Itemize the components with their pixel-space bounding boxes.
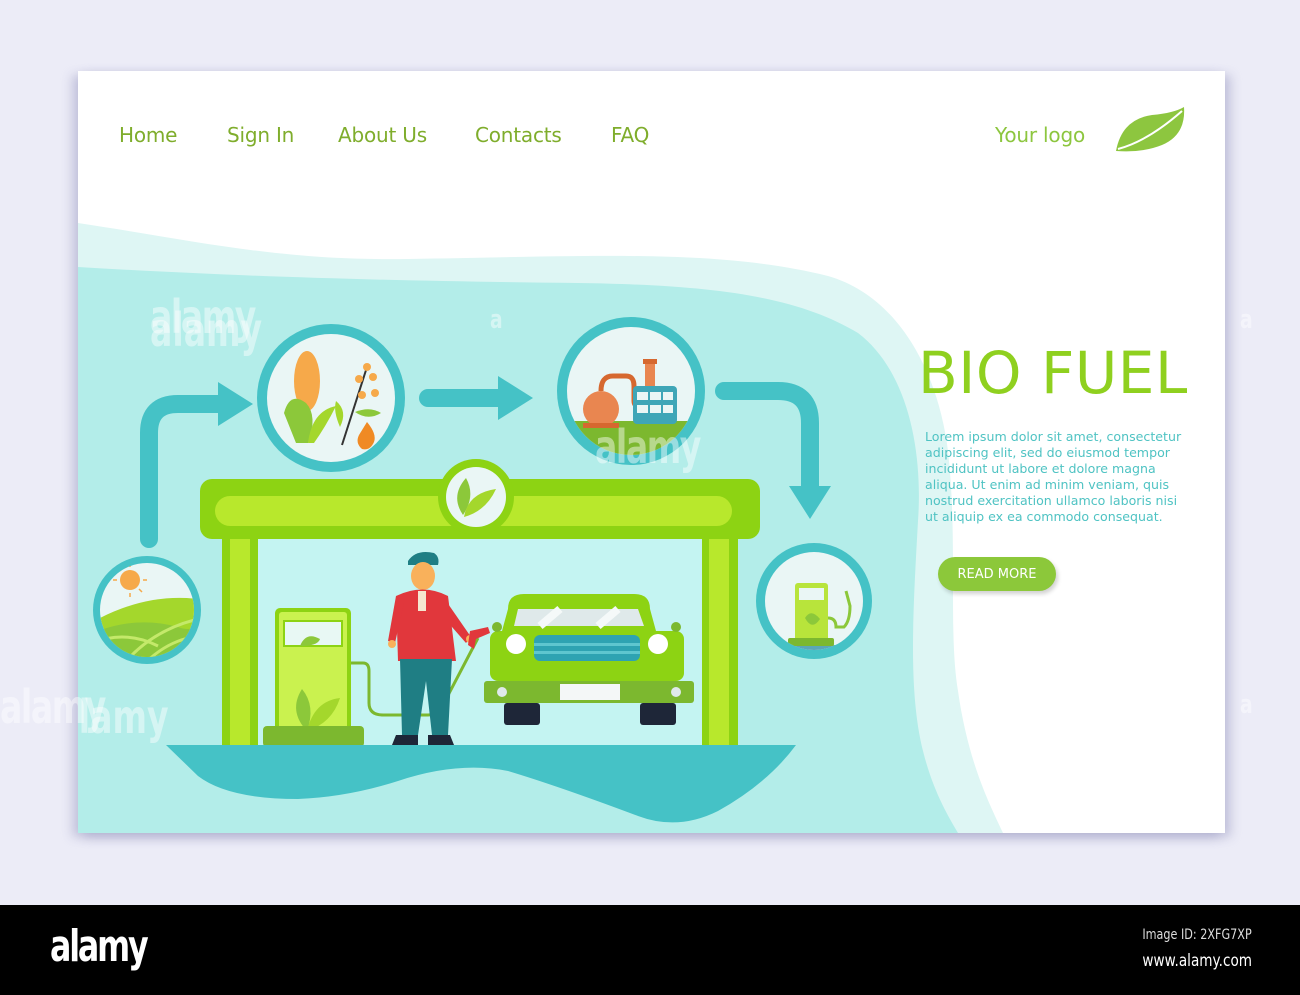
image-id: Image ID: 2XFG7XP bbox=[1142, 927, 1252, 943]
fuel-pump bbox=[263, 608, 364, 747]
read-more-button[interactable]: READ MORE bbox=[938, 557, 1056, 591]
nav-home-link[interactable]: Home bbox=[119, 123, 177, 147]
watermark-a: a bbox=[1240, 690, 1253, 720]
landing-page: alamy alamy Home Sign In About Us Contac… bbox=[78, 71, 1225, 833]
stage: alamy alamy Home Sign In About Us Contac… bbox=[0, 0, 1300, 905]
step-crops-icon bbox=[257, 324, 405, 472]
alamy-logo: alamy bbox=[50, 921, 149, 972]
logo-text[interactable]: Your logo bbox=[995, 123, 1085, 147]
alamy-url: www.alamy.com bbox=[1142, 951, 1252, 971]
watermark-alamy: alamy bbox=[78, 692, 169, 745]
watermark-alamy: alamy bbox=[150, 305, 262, 358]
step-refinery-icon bbox=[557, 317, 705, 465]
watermark-a: a bbox=[1240, 305, 1253, 335]
nav-about-us-link[interactable]: About Us bbox=[338, 123, 427, 147]
watermark-footer: alamy Image ID: 2XFG7XP www.alamy.com bbox=[0, 905, 1300, 995]
nav-faq-link[interactable]: FAQ bbox=[611, 123, 649, 147]
hero-description: Lorem ipsum dolor sit amet, consectetur … bbox=[925, 429, 1182, 524]
hero-title: BIO FUEL bbox=[918, 339, 1188, 407]
nav-contacts-link[interactable]: Contacts bbox=[475, 123, 562, 147]
canopy-leaf-sign-icon bbox=[438, 459, 514, 535]
leaf-icon[interactable] bbox=[1112, 105, 1188, 155]
nav-sign-in-link[interactable]: Sign In bbox=[227, 123, 294, 147]
